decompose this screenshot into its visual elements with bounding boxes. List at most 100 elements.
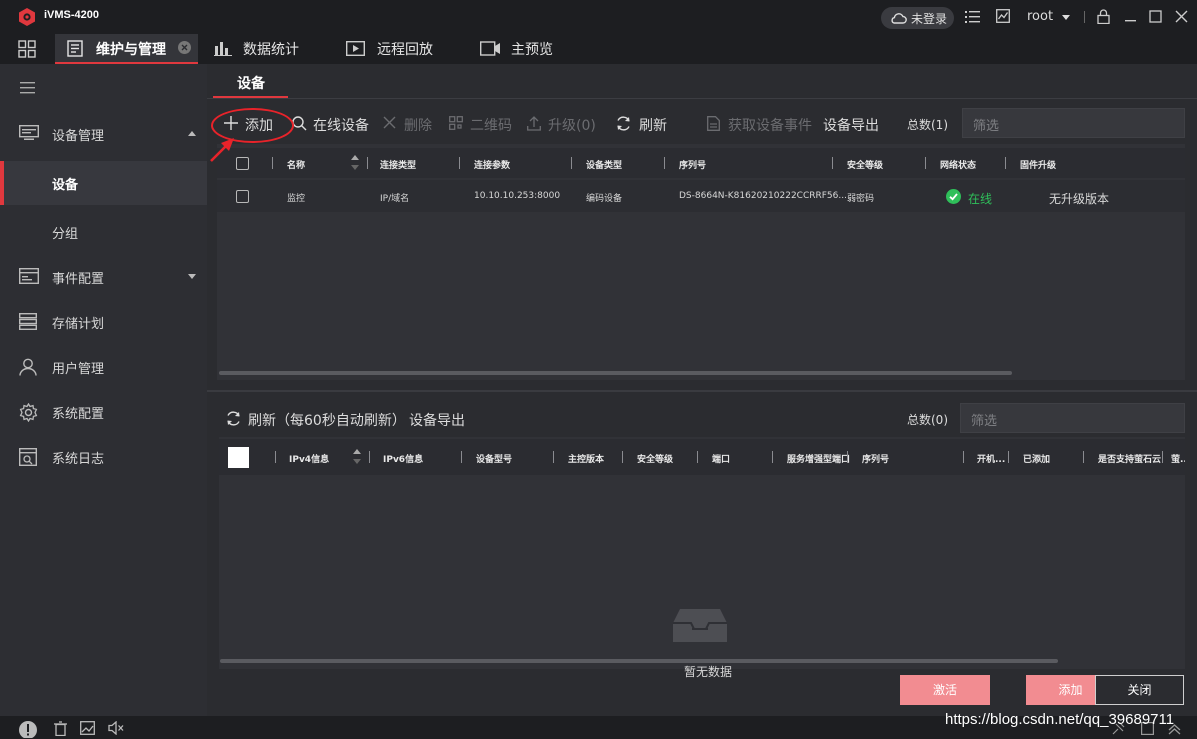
col-header[interactable]: 设备类型 [586,158,622,171]
cell-device-type: 编码设备 [586,194,623,204]
list-icon[interactable] [965,9,980,24]
main-content: 设备 添加 在线设备 删除 二维码 升级(0) 刷新 获取设备事件 设备导出 总… [207,64,1197,716]
row-checkbox[interactable] [236,190,249,203]
delete-label: 删除 [404,118,432,134]
trash-icon[interactable] [54,721,67,736]
user-icon [19,358,37,376]
col-header[interactable]: IPv4信息 [289,452,329,465]
device-table: 名称 连接类型 连接参数 设备类型 序列号 安全等级 网络状态 固件升级 监控 … [217,144,1185,380]
select-all-checkbox[interactable] [236,157,249,170]
maximize-icon[interactable] [1149,9,1162,24]
refresh-icon [616,116,631,131]
cell-conn-param: 10.10.10.253:8000 [474,191,561,201]
column-divider [847,451,848,463]
search-icon [292,116,307,131]
chart-icon[interactable] [996,9,1010,23]
col-header[interactable]: 网络状态 [940,158,976,171]
cell-serial: DS-8664N-K81620210222CCRRF56... [679,191,847,201]
sidebar-item-device-management[interactable]: 设备管理 [0,112,207,156]
col-header[interactable]: IPv6信息 [383,452,423,465]
tab-label: 远程回放 [377,42,433,58]
sidebar-item-system-config[interactable]: 系统配置 [0,390,207,434]
tab-maintenance[interactable]: 维护与管理 [55,34,198,64]
col-header[interactable]: 安全等级 [847,158,883,171]
panel-divider [207,390,1197,392]
col-header[interactable]: 已添加 [1023,452,1050,465]
tab-live-view[interactable]: 主预览 [478,34,578,64]
col-header[interactable]: 是否支持萤石云 [1098,452,1161,465]
online-check-icon [946,189,961,204]
left-sidebar: 设备管理 设备 分组 事件配置 存储计划 用户管理 系统配置 系统日志 [0,64,207,716]
column-divider [1008,451,1009,463]
col-header[interactable]: 固件升级 [1020,158,1056,171]
close-icon[interactable] [1175,9,1188,24]
column-divider [1083,451,1084,463]
filter-placeholder: 筛选 [973,119,1000,134]
online-refresh-label: 刷新（每60秒自动刷新） [248,413,406,429]
tab-statistics[interactable]: 数据统计 [210,34,320,64]
col-header[interactable]: 端口 [712,452,730,465]
subtab-divider [207,98,1197,99]
sidebar-item-label: 系统配置 [52,407,105,422]
tab-close-icon[interactable] [178,41,191,54]
col-header[interactable]: 连接参数 [474,158,510,171]
lock-icon[interactable] [1097,9,1110,24]
document-icon [707,116,720,131]
sidebar-item-group[interactable]: 分组 [0,210,207,254]
device-management-icon [19,125,39,141]
activate-button[interactable]: 激活 [900,675,990,705]
cell-security: 弱密码 [847,194,875,204]
column-divider [571,157,572,169]
col-header[interactable]: 主控版本 [568,452,604,465]
cell-conn-type: IP/域名 [380,194,410,204]
tab-playback[interactable]: 远程回放 [344,34,454,64]
col-header[interactable]: 设备型号 [476,452,512,465]
horizontal-scrollbar[interactable] [220,659,1058,663]
qrcode-label: 二维码 [470,118,512,134]
column-divider [1005,157,1006,169]
sidebar-item-label: 设备 [52,178,79,193]
cell-name: 监控 [287,194,306,204]
col-header[interactable]: 序列号 [862,452,889,465]
col-header[interactable]: 服务增强型端口 [787,452,850,465]
col-header[interactable]: 安全等级 [637,452,673,465]
collapse-menu-icon[interactable] [20,82,35,94]
tab-label: 维护与管理 [96,42,166,58]
col-header[interactable]: 萤... [1171,452,1185,465]
app-logo-icon [18,8,36,26]
user-dropdown-icon[interactable] [1062,15,1070,20]
column-divider [772,451,773,463]
module-tabs-bar: 维护与管理 数据统计 远程回放 主预览 [0,34,1197,64]
select-all-checkbox[interactable] [228,447,249,468]
sidebar-item-device[interactable]: 设备 [0,161,207,205]
sort-icon[interactable] [353,448,361,466]
device-filter-input[interactable]: 筛选 [962,108,1185,138]
column-divider [461,451,462,463]
col-header[interactable]: 名称 [287,158,305,171]
grid-menu-icon[interactable] [18,40,36,58]
sidebar-item-system-log[interactable]: 系统日志 [0,435,207,479]
col-header[interactable]: 开机... [977,452,1005,465]
sidebar-item-label: 设备管理 [52,129,105,144]
image-icon[interactable] [80,721,95,735]
online-filter-input[interactable]: 筛选 [960,403,1185,433]
sidebar-item-event-config[interactable]: 事件配置 [0,255,207,299]
sidebar-item-storage-plan[interactable]: 存储计划 [0,300,207,344]
col-header[interactable]: 连接类型 [380,158,416,171]
table-row[interactable]: 监控 IP/域名 10.10.10.253:8000 编码设备 DS-8664N… [217,180,1185,212]
horizontal-scrollbar[interactable] [219,371,1012,375]
sidebar-item-label: 用户管理 [52,362,105,377]
sidebar-item-label: 系统日志 [52,452,105,467]
subtab-device[interactable]: 设备 [237,73,265,93]
device-table-header: 名称 连接类型 连接参数 设备类型 序列号 安全等级 网络状态 固件升级 [217,148,1185,178]
user-name[interactable]: root [1027,9,1053,24]
minimize-icon[interactable] [1124,9,1137,24]
mute-icon[interactable] [108,721,124,735]
sidebar-item-label: 存储计划 [52,317,105,332]
warning-icon[interactable] [18,720,38,738]
close-button[interactable]: 关闭 [1095,675,1184,705]
login-status-button[interactable]: 未登录 [881,7,954,29]
sidebar-item-user-management[interactable]: 用户管理 [0,345,207,389]
col-header[interactable]: 序列号 [679,158,706,171]
sort-icon[interactable] [351,154,359,172]
